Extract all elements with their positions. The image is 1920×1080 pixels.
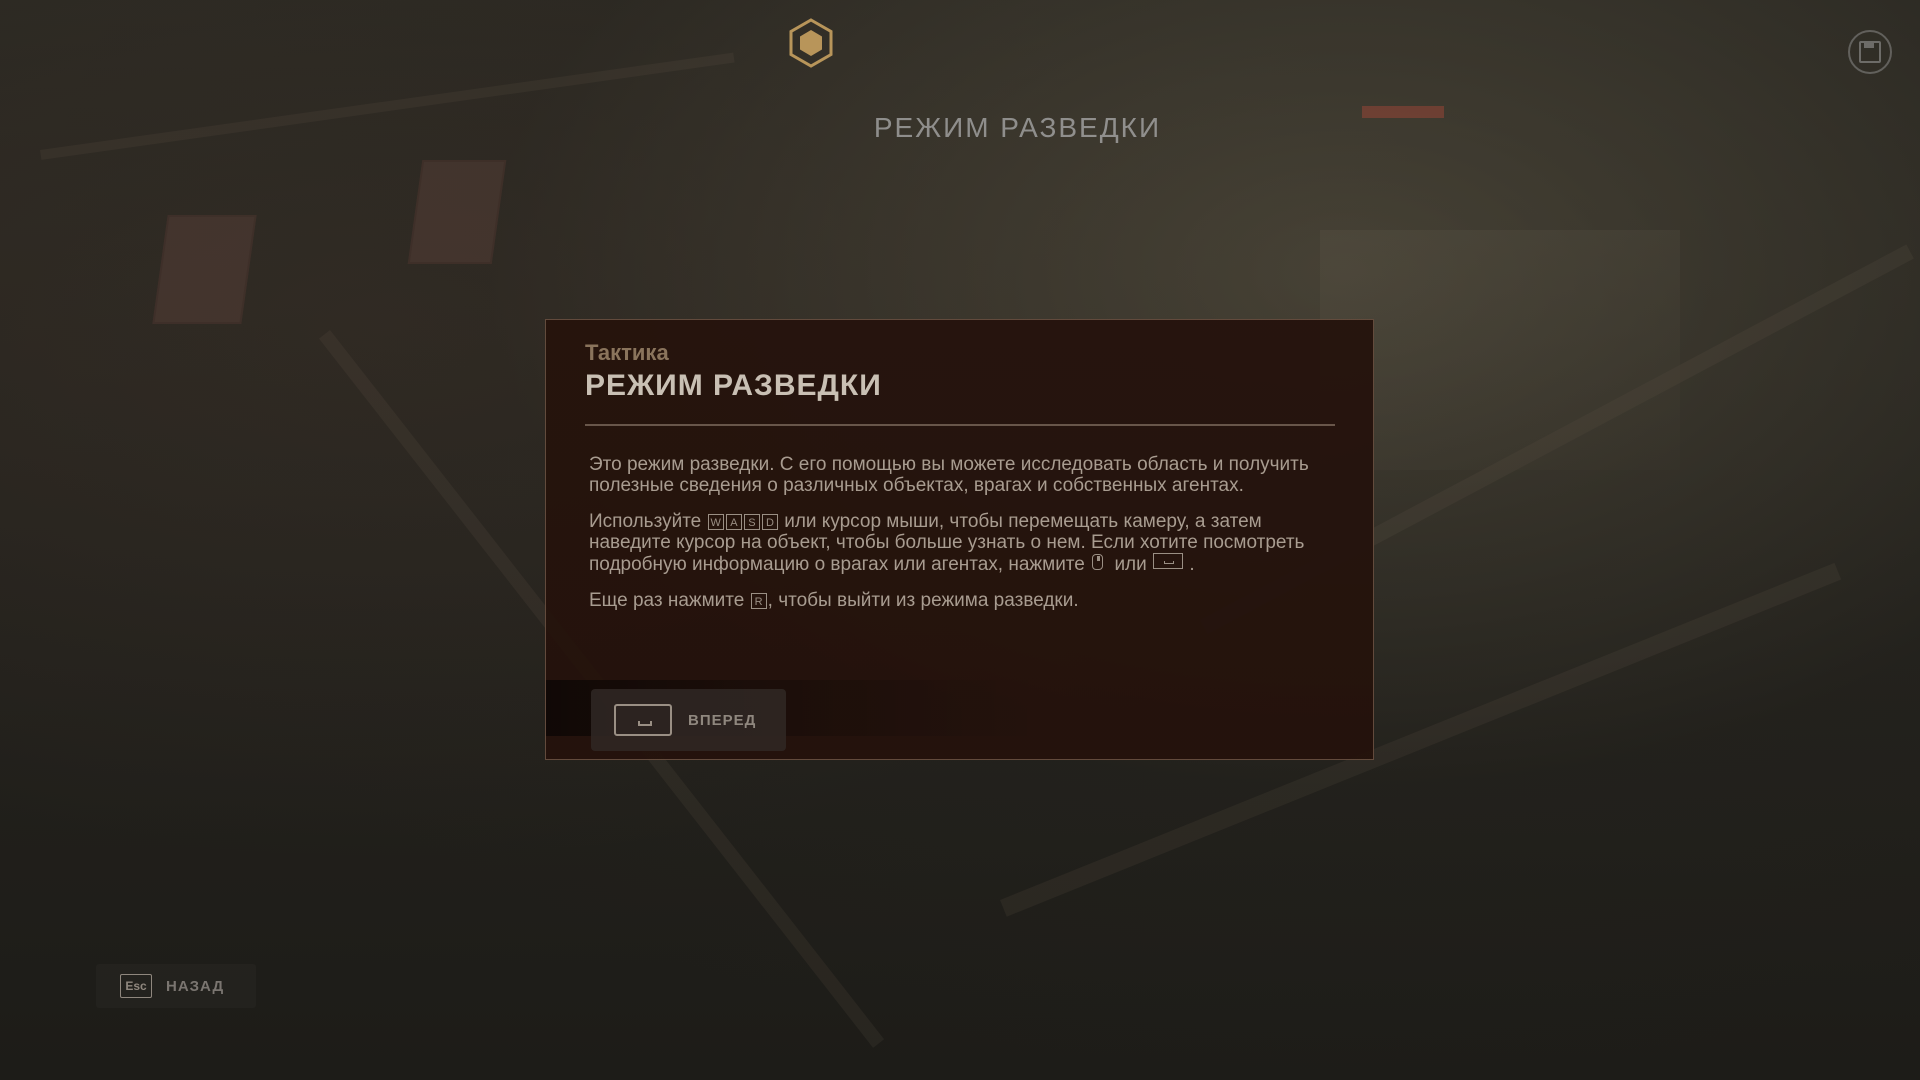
key-w: W — [707, 514, 724, 530]
key-s: S — [743, 514, 760, 530]
forward-button[interactable]: ВПЕРЕД — [591, 689, 786, 751]
game-screen: РЕЖИМ РАЗВЕДКИ Тактика РЕЖИМ РАЗВЕДКИ Эт… — [0, 0, 1920, 1080]
save-disk-icon[interactable] — [1848, 30, 1892, 74]
back-button-label: НАЗАД — [166, 977, 225, 995]
dialog-paragraph-intro: Это режим разведки. С его помощью вы мож… — [589, 454, 1309, 496]
controls-text-or: или — [1114, 554, 1147, 575]
dialog-divider — [585, 424, 1335, 426]
key-d: D — [761, 514, 778, 530]
forward-button-label: ВПЕРЕД — [688, 711, 757, 729]
dialog-body: Это режим разведки. С его помощью вы мож… — [589, 454, 1339, 626]
key-a: A — [725, 514, 742, 530]
controls-text-end: . — [1189, 554, 1195, 575]
exit-text-start: Еще раз нажмите — [589, 590, 745, 611]
mouse-icon — [1092, 554, 1104, 570]
tutorial-dialog: Тактика РЕЖИМ РАЗВЕДКИ Это режим разведк… — [545, 319, 1375, 760]
screen-title-text: РЕЖИМ РАЗВЕДКИ — [873, 112, 1162, 143]
esc-key-icon: Esc — [120, 974, 152, 998]
scene-window — [407, 160, 507, 264]
key-r: R — [750, 593, 767, 609]
dialog-paragraph-exit: Еще раз нажмите R, чтобы выйти из режима… — [589, 590, 1339, 611]
screen-title: РЕЖИМ РАЗВЕДКИ — [0, 112, 1920, 144]
hexagon-emblem-icon — [786, 18, 836, 68]
scene-crates — [1320, 230, 1680, 470]
dialog-paragraph-controls: Используйте WASD или курсор мыши, чтобы … — [589, 511, 1339, 575]
dialog-category: Тактика — [585, 340, 669, 365]
controls-text-start: Используйте — [589, 511, 702, 532]
disk-glyph — [1859, 41, 1881, 63]
dialog-title: РЕЖИМ РАЗВЕДКИ — [585, 369, 882, 402]
back-button[interactable]: Esc НАЗАД — [96, 964, 256, 1008]
spacebar-key-icon — [1153, 553, 1184, 569]
spacebar-key-icon — [614, 704, 672, 736]
exit-text-end: , чтобы выйти из режима разведки. — [767, 590, 1079, 611]
scene-window — [152, 215, 257, 324]
